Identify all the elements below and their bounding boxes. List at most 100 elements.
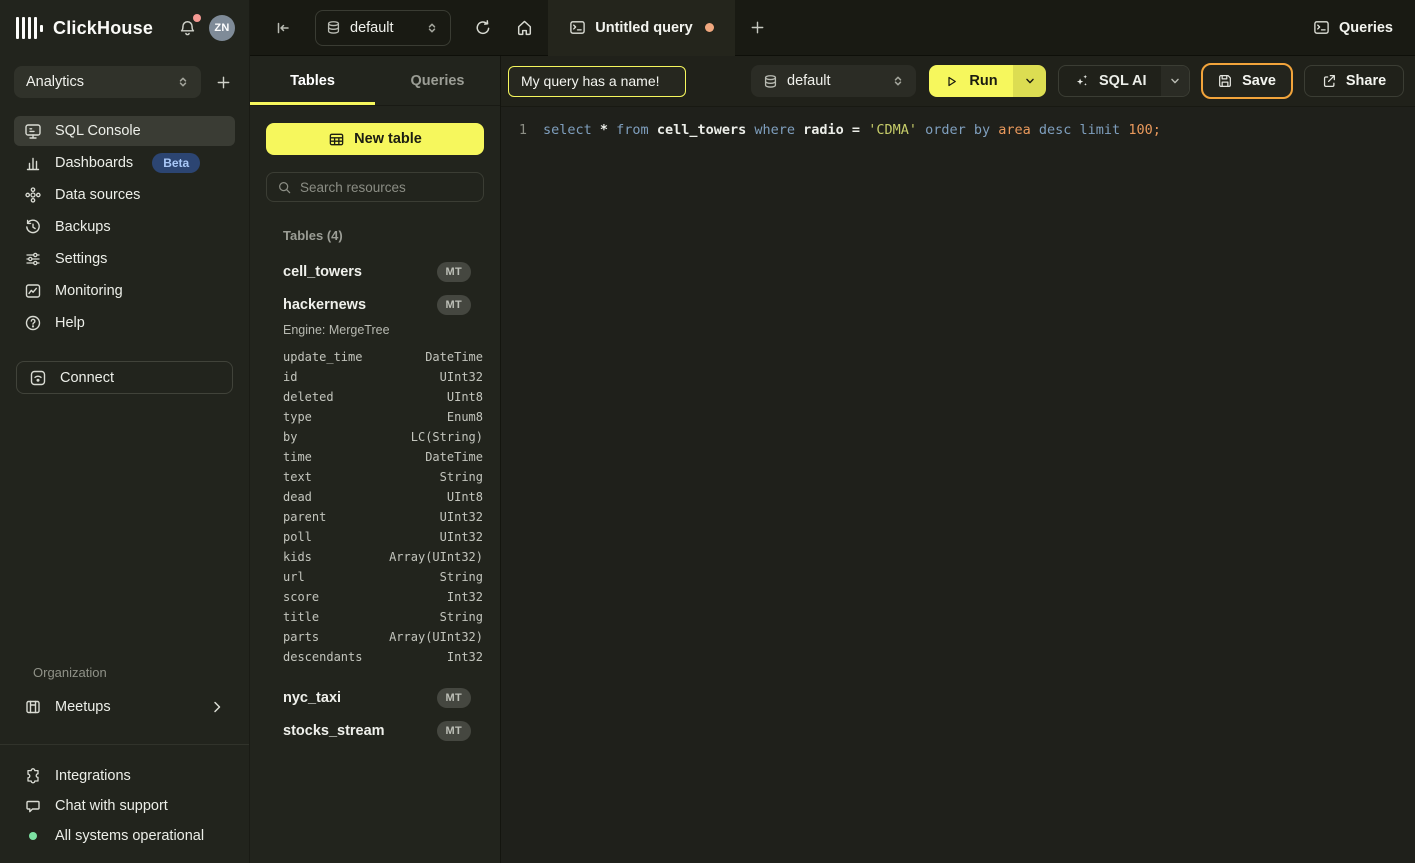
topbar-database-value: default (350, 20, 415, 36)
column-row[interactable]: time DateTime (266, 447, 484, 467)
bar-chart-icon (24, 154, 42, 172)
sidebar-item-label: Dashboards (55, 155, 133, 171)
terminal-icon (569, 19, 586, 36)
column-row[interactable]: title String (266, 607, 484, 627)
table-row-stocks-stream[interactable]: stocks_stream MT (266, 714, 484, 747)
terminal-icon (1313, 19, 1330, 36)
search-icon (277, 180, 292, 195)
column-name: dead (283, 490, 447, 504)
topbar-database-selector[interactable]: default (315, 10, 451, 46)
column-row[interactable]: descendants Int32 (266, 647, 484, 667)
sidebar-item-label: Meetups (55, 699, 111, 715)
column-type: LC(String) (411, 430, 483, 444)
tables-section-title: Tables (4) (283, 228, 484, 243)
column-row[interactable]: poll UInt32 (266, 527, 484, 547)
footer-item-chat-with-support[interactable]: Chat with support (14, 791, 235, 821)
table-group: nyc_taxi MT (266, 681, 484, 714)
sql-code: select * from cell_towers where radio = … (543, 120, 1161, 140)
database-icon (763, 74, 778, 89)
app-window: ClickHouse ZN Analytics SQL Console (0, 0, 1415, 863)
table-row-hackernews[interactable]: hackernews MT (266, 288, 484, 321)
org-item-meetups[interactable]: Meetups (14, 692, 235, 722)
table-name: cell_towers (283, 264, 437, 280)
restore-clock-icon (24, 218, 42, 236)
column-row[interactable]: kids Array(UInt32) (266, 547, 484, 567)
avatar[interactable]: ZN (209, 15, 235, 41)
query-name-input[interactable] (508, 66, 686, 97)
footer-item-all-systems-operational[interactable]: All systems operational (14, 821, 235, 851)
sidebar-item-sql-console[interactable]: SQL Console (14, 116, 235, 146)
engine-badge: MT (437, 688, 471, 708)
search-resources-input[interactable] (300, 180, 477, 195)
search-resources-box[interactable] (266, 172, 484, 202)
column-row[interactable]: update_time DateTime (266, 347, 484, 367)
new-tab-button[interactable] (735, 0, 779, 56)
unsaved-changes-dot (705, 23, 714, 32)
run-button[interactable]: Run (929, 65, 1013, 97)
connect-button[interactable]: Connect (16, 361, 233, 394)
table-row-cell-towers[interactable]: cell_towers MT (266, 255, 484, 288)
column-row[interactable]: deleted UInt8 (266, 387, 484, 407)
chevron-updown-icon (175, 74, 191, 90)
queries-button-label: Queries (1339, 20, 1393, 36)
data-sources-icon (24, 186, 42, 204)
sidebar-item-monitoring[interactable]: Monitoring (14, 276, 235, 306)
sidebar-item-label: Settings (55, 251, 107, 267)
notification-dot (193, 14, 201, 22)
column-row[interactable]: by LC(String) (266, 427, 484, 447)
sidebar-item-label: Data sources (55, 187, 140, 203)
column-row[interactable]: parts Array(UInt32) (266, 627, 484, 647)
sparkles-icon (1073, 73, 1090, 90)
new-table-label: New table (354, 131, 422, 147)
sql-editor[interactable]: 1 select * from cell_towers where radio … (501, 107, 1415, 863)
meetups-icon (24, 698, 42, 716)
tab-tables[interactable]: Tables (250, 56, 375, 105)
workspace-selector[interactable]: Analytics (14, 66, 201, 98)
column-row[interactable]: type Enum8 (266, 407, 484, 427)
new-table-button[interactable]: New table (266, 123, 484, 155)
queries-button[interactable]: Queries (1313, 19, 1393, 36)
editor-database-selector[interactable]: default (751, 65, 916, 97)
column-name: time (283, 450, 425, 464)
topbar-left-cluster: default (250, 10, 500, 46)
column-type: UInt8 (447, 490, 483, 504)
column-row[interactable]: id UInt32 (266, 367, 484, 387)
column-row[interactable]: text String (266, 467, 484, 487)
column-row[interactable]: score Int32 (266, 587, 484, 607)
sidebar-item-dashboards[interactable]: Dashboards Beta (14, 148, 235, 178)
collapse-panel-button[interactable] (274, 19, 292, 37)
run-options-button[interactable] (1013, 65, 1046, 97)
table-row-nyc-taxi[interactable]: nyc_taxi MT (266, 681, 484, 714)
sidebar-item-label: Help (55, 315, 85, 331)
sidebar-item-backups[interactable]: Backups (14, 212, 235, 242)
column-name: url (283, 570, 440, 584)
sidebar-item-data-sources[interactable]: Data sources (14, 180, 235, 210)
footer-item-integrations[interactable]: Integrations (14, 761, 235, 791)
plus-icon (215, 74, 232, 91)
column-row[interactable]: dead UInt8 (266, 487, 484, 507)
tab-untitled-query[interactable]: Untitled query (548, 0, 735, 56)
refresh-button[interactable] (474, 19, 492, 37)
tab-queries[interactable]: Queries (375, 56, 500, 105)
column-row[interactable]: parent UInt32 (266, 507, 484, 527)
clickhouse-logo-icon (16, 16, 43, 40)
column-row[interactable]: url String (266, 567, 484, 587)
column-type: Enum8 (447, 410, 483, 424)
sidebar-item-settings[interactable]: Settings (14, 244, 235, 274)
share-button[interactable]: Share (1304, 65, 1404, 97)
clickhouse-logo[interactable]: ClickHouse (16, 16, 153, 40)
column-type: UInt8 (447, 390, 483, 404)
add-workspace-button[interactable] (211, 70, 235, 94)
database-icon (326, 20, 341, 35)
sql-ai-options-button[interactable] (1161, 66, 1189, 96)
column-name: text (283, 470, 440, 484)
sql-ai-button[interactable]: SQL AI (1059, 66, 1161, 96)
table-name: stocks_stream (283, 723, 437, 739)
home-button[interactable] (500, 0, 548, 56)
notifications-button[interactable] (174, 15, 200, 41)
column-name: type (283, 410, 447, 424)
workspace-selector-value: Analytics (26, 74, 167, 90)
save-button[interactable]: Save (1201, 63, 1293, 99)
table-group: stocks_stream MT (266, 714, 484, 747)
sidebar-item-help[interactable]: Help (14, 308, 235, 338)
